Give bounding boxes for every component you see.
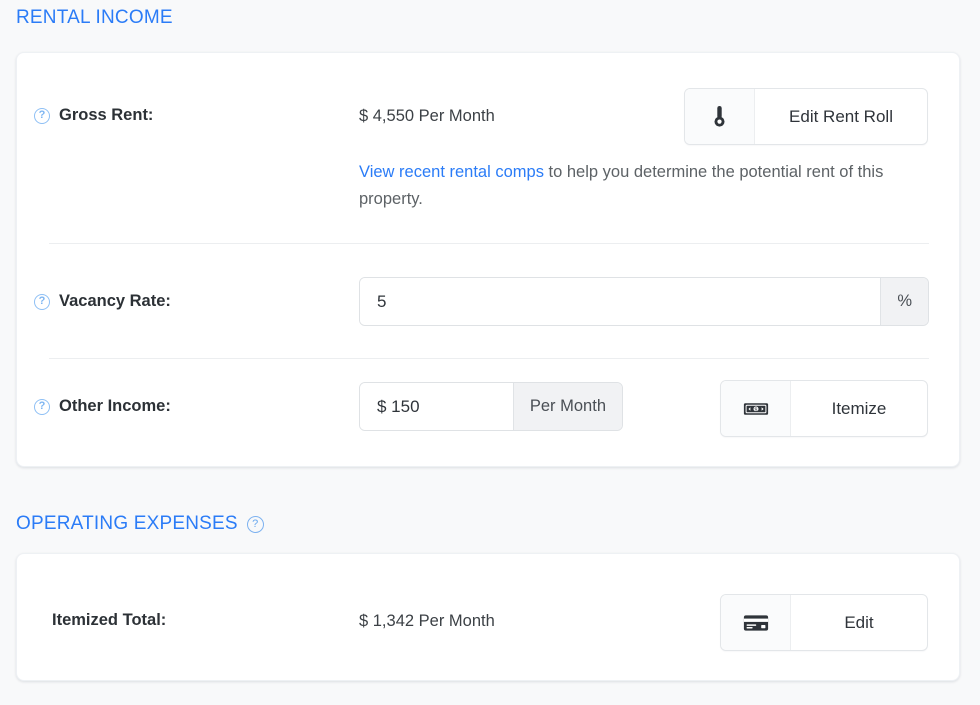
thermometer-icon [685, 89, 755, 144]
question-mark-circle-icon[interactable]: ? [34, 293, 50, 310]
itemize-button[interactable]: $ Itemize [720, 380, 928, 437]
vacancy-rate-input[interactable] [360, 278, 881, 325]
itemize-label: Itemize [831, 398, 887, 418]
itemized-total-label: Itemized Total: [52, 611, 167, 629]
edit-rent-roll-button[interactable]: Edit Rent Roll [684, 88, 928, 145]
view-recent-rental-comps-link[interactable]: View recent rental comps [359, 163, 544, 181]
itemized-total-label-cell: Itemized Total: [52, 611, 166, 630]
divider-gross-rent [49, 243, 929, 244]
edit-expenses-label: Edit [844, 612, 874, 632]
rental-property-calculator-page: RENTAL INCOME ? Gross Rent: $ 4,550 Per … [0, 0, 980, 705]
banknote-icon: $ [721, 381, 791, 436]
svg-text:$: $ [754, 407, 757, 413]
vacancy-rate-label: Vacancy Rate: [59, 292, 171, 310]
gross-rent-value: $ 4,550 Per Month [359, 107, 495, 125]
other-income-input-group[interactable]: Per Month [359, 382, 623, 431]
operating-expenses-card: Itemized Total: $ 1,342 Per Month Edit [16, 553, 960, 681]
question-mark-circle-icon[interactable]: ? [34, 398, 50, 415]
operating-expenses-heading-label: OPERATING EXPENSES [16, 513, 238, 534]
rental-income-card: ? Gross Rent: $ 4,550 Per Month Edit Ren… [16, 52, 960, 467]
other-income-label-cell: ? Other Income: [34, 397, 171, 416]
edit-rent-roll-label: Edit Rent Roll [789, 106, 893, 126]
rental-income-section-heading: RENTAL INCOME [16, 7, 173, 29]
gross-rent-label: Gross Rent: [59, 106, 154, 124]
question-mark-circle-icon[interactable]: ? [246, 515, 264, 533]
vacancy-rate-label-cell: ? Vacancy Rate: [34, 292, 171, 311]
question-mark-circle-icon[interactable]: ? [34, 107, 50, 124]
rental-income-heading-label: RENTAL INCOME [16, 7, 173, 28]
operating-expenses-section-heading: OPERATING EXPENSES ? [16, 513, 264, 535]
vacancy-rate-input-group[interactable]: % [359, 277, 929, 326]
itemized-total-value: $ 1,342 Per Month [359, 612, 495, 630]
other-income-input[interactable] [360, 383, 513, 430]
edit-expenses-button[interactable]: Edit [720, 594, 928, 651]
rental-comps-description: View recent rental comps to help you det… [359, 159, 934, 212]
credit-card-icon [721, 595, 791, 650]
vacancy-rate-percent-addon: % [880, 278, 928, 325]
divider-vacancy-rate [49, 358, 929, 359]
other-income-label: Other Income: [59, 397, 171, 415]
gross-rent-label-cell: ? Gross Rent: [34, 106, 153, 125]
other-income-period-addon: Per Month [512, 383, 622, 430]
